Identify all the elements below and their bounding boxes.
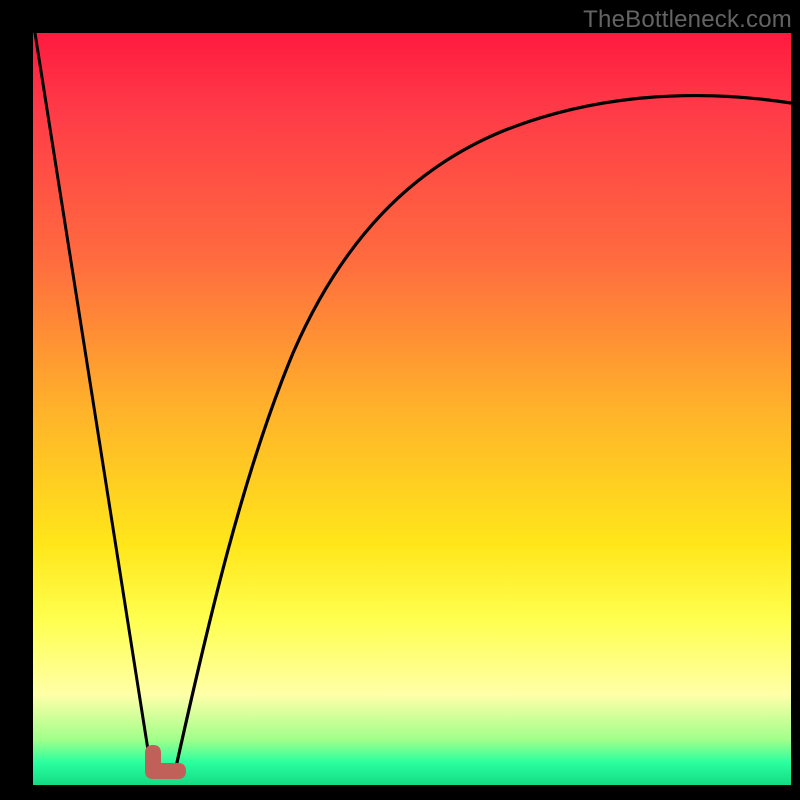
curve-layer [33, 33, 791, 785]
watermark-text: TheBottleneck.com [583, 6, 792, 34]
left-descent-line [35, 33, 151, 769]
right-ascent-curve [176, 96, 791, 767]
chart-frame: TheBottleneck.com [0, 0, 800, 800]
